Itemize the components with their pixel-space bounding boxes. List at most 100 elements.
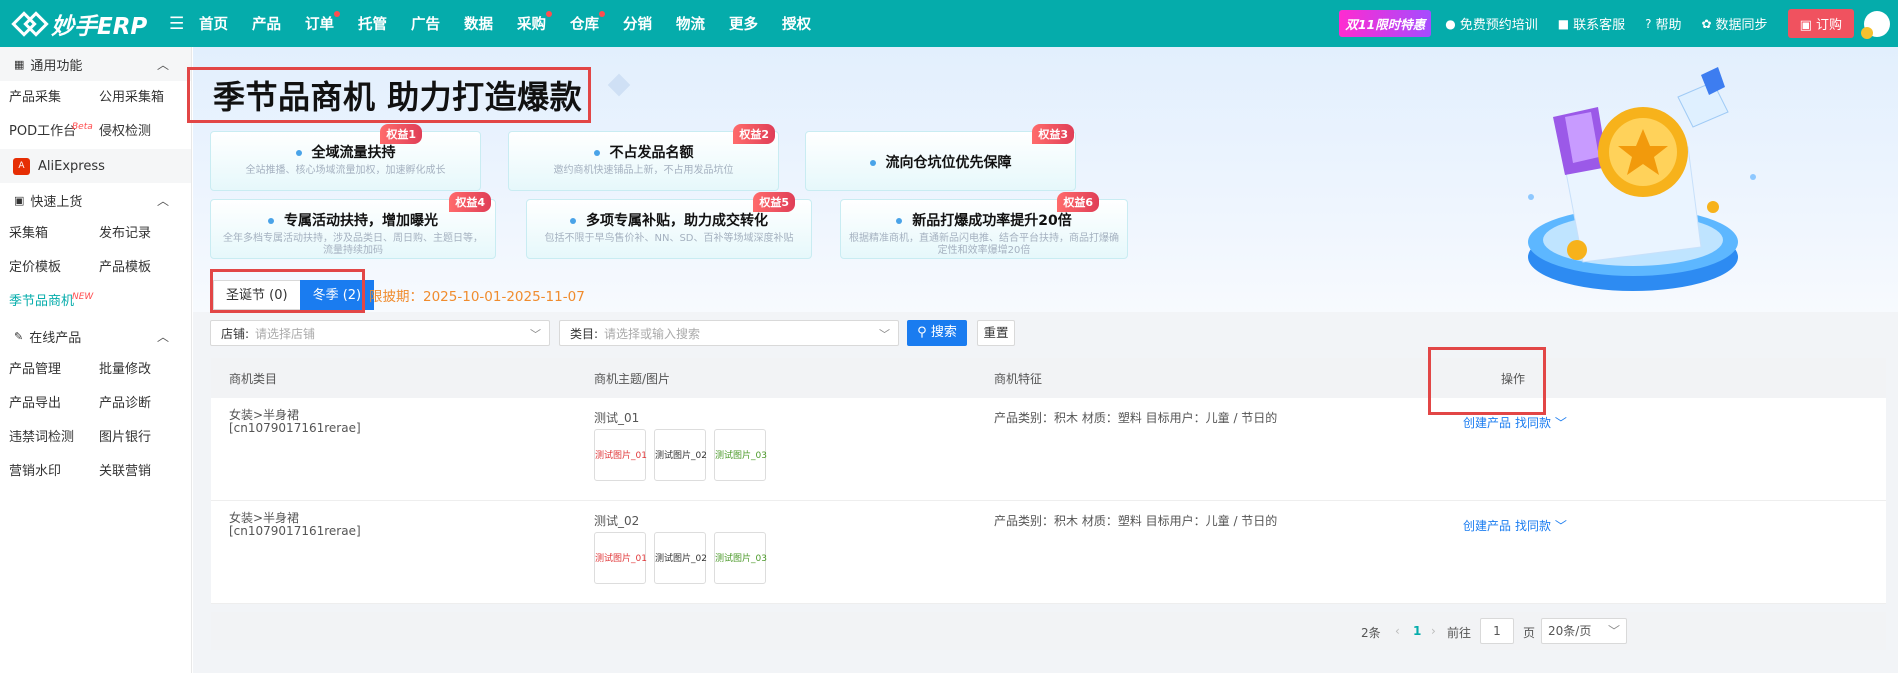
benefit-card-2-title: 不占发品名额 [509,142,778,162]
row-category: 女装>半身裙 [cn1079017161rerae] [229,409,361,435]
deadline-text: 限披期：2025-10-01-2025-11-07 [369,289,585,305]
sidebar-item-product-management[interactable]: 产品管理 [0,353,90,387]
tab-christmas[interactable]: 圣诞节 (0) [213,280,301,310]
sidebar-item-related-marketing[interactable]: 关联营销 [90,455,180,489]
page-size-select[interactable]: 20条/页 ﹀ [1541,618,1627,644]
prev-page-icon[interactable]: ‹ [1395,624,1400,638]
sidebar-item-public-collect-box[interactable]: 公用采集箱 [90,81,180,115]
nav-item[interactable]: 广告 [411,13,440,34]
search-button[interactable]: ⚲ 搜索 [907,320,967,346]
benefit-card-4-desc: 全年多档专属活动扶持，涉及品类日、周日购、主题日等，流量持续加码 [223,233,483,256]
opportunity-image[interactable]: 测试图片_01 [594,429,647,481]
row-features: 产品类别：积木 材质：塑料 目标用户：儿童 / 节日的 [994,411,1278,425]
category-code: [cn1079017161rerae] [229,421,361,435]
find-similar-label: 找同款 [1515,416,1552,430]
find-similar-link[interactable]: 找同款 ﹀ [1515,414,1567,431]
page-number[interactable]: 1 [1413,624,1421,638]
row-category: 女装>半身裙 [cn1079017161rerae] [229,512,361,538]
opportunity-image[interactable]: 测试图片_02 [654,429,707,481]
tab-winter[interactable]: 冬季 (2) [299,280,375,310]
aliexpress-label: AliExpress [38,158,105,174]
benefit-card-6-title: 新品打爆成功率提升20倍 [841,210,1127,230]
benefit-tag-5: 权益5 [753,192,795,212]
sidebar-item-publish-records[interactable]: 发布记录 [90,217,180,251]
reset-button[interactable]: 重置 [977,320,1015,346]
store-select[interactable]: 店铺: 请选择店铺 ﹀ [210,320,550,346]
sync-icon: ✿ [1701,16,1712,31]
user-avatar[interactable] [1861,10,1890,39]
sidebar-item-product-export[interactable]: 产品导出 [0,387,90,421]
menu-toggle-icon[interactable]: ☰ [169,14,193,34]
create-product-link[interactable]: 创建产品 [1463,414,1511,431]
nav-item[interactable]: 数据 [464,13,493,34]
total-count: 2条 [1361,626,1381,640]
sidebar-item-product-diagnosis[interactable]: 产品诊断 [90,387,180,421]
opportunity-image[interactable]: 测试图片_02 [654,532,707,584]
row-images: 测试图片_01 测试图片_02 测试图片_03 [594,532,774,584]
main-content: 季节品商机 助力打造爆款 全域流量扶持 全站推播、核心场域流量加权，加速孵化成长… [187,47,1898,673]
service-label: 联系客服 [1573,18,1626,33]
chevron-up-icon[interactable]: ︿ [157,56,169,73]
header-category: 商机类目 [229,372,278,386]
sidebar-item-collect-box[interactable]: 采集箱 [0,217,90,251]
nav-item[interactable]: 托管 [358,13,387,34]
sidebar-item-pod-workbench[interactable]: POD工作台 Beta [0,115,93,149]
bag-icon: ▣ [1799,18,1816,33]
nav-item[interactable]: 产品 [252,13,281,34]
sidebar-item-image-bank[interactable]: 图片银行 [90,421,180,455]
create-product-link[interactable]: 创建产品 [1463,517,1511,534]
sidebar-item-product-template[interactable]: 产品模板 [90,251,180,285]
benefit-card-4-title: 专属活动扶持，增加曝光 [211,210,495,230]
benefit-card-5: 多项专属补贴，助力成交转化 包括不限于早鸟售价补、NN、SD、百补等场域深度补贴… [526,192,812,259]
row-topic: 测试_01 [594,411,640,425]
benefit-card-6-desc: 根据精准商机，直通新品闪电推、结合平台扶持，商品打爆确定性和效率爆增20倍 [849,233,1119,256]
opportunity-image[interactable]: 测试图片_03 [714,429,767,481]
sidebar-item-seasonal-opportunity[interactable]: 季节品商机 NEW [0,285,93,319]
chevron-up-icon[interactable]: ︿ [157,328,169,345]
opportunity-image[interactable]: 测试图片_03 [714,532,767,584]
data-sync-link[interactable]: ✿ 数据同步 [1701,14,1767,34]
help-link[interactable]: ? 帮助 [1645,14,1681,34]
nav-item[interactable]: 物流 [676,13,705,34]
benefit-card-1-desc: 全站推播、核心场域流量加权，加速孵化成长 [245,165,446,176]
benefit-tag-3: 权益3 [1032,124,1074,144]
notification-dot [546,11,552,17]
category-code: [cn1079017161rerae] [229,524,361,538]
customer-service-link[interactable]: ■ 联系客服 [1558,14,1626,34]
section-online-products[interactable]: ✎ 在线产品 ︿ [0,319,191,353]
nav-item-label: 仓库 [570,17,599,33]
row-images: 测试图片_01 测试图片_02 测试图片_03 [594,429,774,481]
nav-item[interactable]: 授权 [782,13,811,34]
training-link[interactable]: ● 免费预约培训 [1445,14,1538,34]
page-input[interactable]: 1 [1480,618,1514,644]
header-actions: 操作 [1501,372,1526,386]
nav-item[interactable]: 采购 [517,11,552,34]
benefit-card-1: 全域流量扶持 全站推播、核心场域流量加权，加速孵化成长 权益1 [210,124,481,191]
promo-badge[interactable]: 双11限时特惠 [1339,10,1432,37]
order-button[interactable]: ▣ 订购 [1787,9,1854,38]
sidebar-item-marketing-watermark[interactable]: 营销水印 [0,455,90,489]
nav-item[interactable]: 分销 [623,13,652,34]
benefit-tag-6: 权益6 [1057,192,1099,212]
app-logo[interactable]: 妙手ERP [0,7,165,41]
sidebar-item-batch-edit[interactable]: 批量修改 [90,353,180,387]
nav-item[interactable]: 首页 [199,13,228,34]
header-topic: 商机主题/图片 [594,372,671,386]
main-nav: 首页 产品 订单 托管 广告 数据 采购 仓库 分销 物流 更多 授权 [199,11,835,34]
nav-item-label: 产品 [252,17,281,33]
sidebar-item-aliexpress[interactable]: A AliExpress [0,149,191,183]
next-page-icon[interactable]: › [1431,624,1436,638]
nav-item[interactable]: 更多 [729,13,758,34]
find-similar-link[interactable]: 找同款 ﹀ [1515,517,1567,534]
nav-item[interactable]: 订单 [305,11,340,34]
avatar-badge-icon [1861,26,1873,39]
sidebar-item-banned-word-check[interactable]: 违禁词检测 [0,421,90,455]
chevron-up-icon[interactable]: ︿ [157,192,169,209]
category-select[interactable]: 类目: 请选择或输入搜索 ﹀ [559,320,899,346]
section-general[interactable]: ▦ 通用功能 ︿ [0,47,191,81]
benefit-card-5-title: 多项专属补贴，助力成交转化 [527,210,811,230]
opportunity-image[interactable]: 测试图片_01 [594,532,647,584]
section-quick-listing[interactable]: ▣ 快速上货 ︿ [0,183,191,217]
sidebar-item-infringement-check[interactable]: 侵权检测 [90,115,180,149]
nav-item[interactable]: 仓库 [570,11,605,34]
